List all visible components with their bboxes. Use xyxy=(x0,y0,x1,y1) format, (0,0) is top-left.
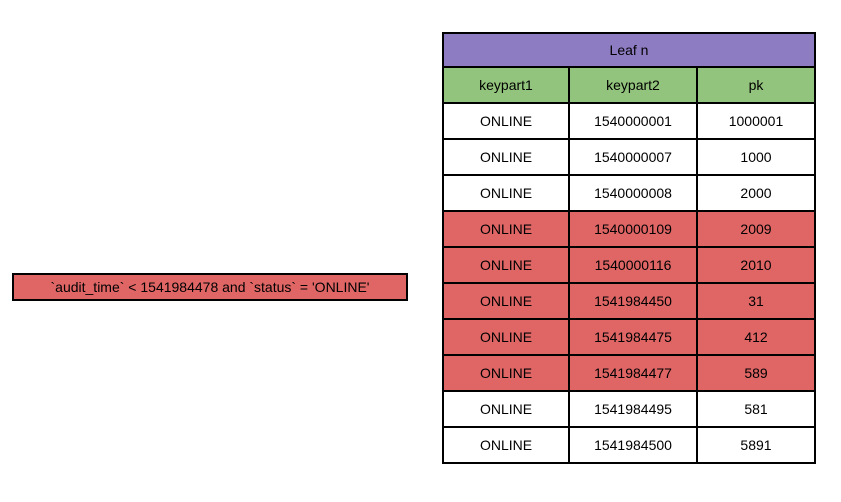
col-header-pk: pk xyxy=(697,67,815,103)
table-row: ONLINE15400000011000001 xyxy=(443,103,815,139)
col-header-keypart2: keypart2 xyxy=(569,67,697,103)
cell-c1: ONLINE xyxy=(443,139,569,175)
cell-c2: 1541984475 xyxy=(569,319,697,355)
cell-c3: 1000 xyxy=(697,139,815,175)
cell-c2: 1540000007 xyxy=(569,139,697,175)
cell-c1: ONLINE xyxy=(443,319,569,355)
cell-c1: ONLINE xyxy=(443,211,569,247)
table-row: ONLINE15400000082000 xyxy=(443,175,815,211)
cell-c3: 31 xyxy=(697,283,815,319)
table-title-row: Leaf n xyxy=(443,33,815,67)
cell-c3: 2000 xyxy=(697,175,815,211)
cell-c3: 2010 xyxy=(697,247,815,283)
cell-c3: 412 xyxy=(697,319,815,355)
leaf-table: Leaf n keypart1 keypart2 pk ONLINE154000… xyxy=(442,32,816,464)
cell-c2: 1541984500 xyxy=(569,427,697,463)
table-row: ONLINE15400000071000 xyxy=(443,139,815,175)
cell-c2: 1540000109 xyxy=(569,211,697,247)
table-row: ONLINE15400001092009 xyxy=(443,211,815,247)
cell-c3: 581 xyxy=(697,391,815,427)
table-row: ONLINE15400001162010 xyxy=(443,247,815,283)
col-header-keypart1: keypart1 xyxy=(443,67,569,103)
cell-c2: 1541984450 xyxy=(569,283,697,319)
table-row: ONLINE1541984477589 xyxy=(443,355,815,391)
cell-c2: 1541984477 xyxy=(569,355,697,391)
cell-c1: ONLINE xyxy=(443,103,569,139)
cell-c1: ONLINE xyxy=(443,391,569,427)
cell-c1: ONLINE xyxy=(443,355,569,391)
query-condition-box: `audit_time` < 1541984478 and `status` =… xyxy=(12,273,408,301)
table-row: ONLINE1541984495581 xyxy=(443,391,815,427)
table-row: ONLINE15419845005891 xyxy=(443,427,815,463)
cell-c3: 2009 xyxy=(697,211,815,247)
cell-c2: 1540000001 xyxy=(569,103,697,139)
table-row: ONLINE1541984475412 xyxy=(443,319,815,355)
cell-c3: 5891 xyxy=(697,427,815,463)
cell-c1: ONLINE xyxy=(443,283,569,319)
table-header-row: keypart1 keypart2 pk xyxy=(443,67,815,103)
query-condition-text: `audit_time` < 1541984478 and `status` =… xyxy=(51,279,370,295)
cell-c1: ONLINE xyxy=(443,427,569,463)
cell-c2: 1540000116 xyxy=(569,247,697,283)
table-row: ONLINE154198445031 xyxy=(443,283,815,319)
cell-c1: ONLINE xyxy=(443,247,569,283)
cell-c1: ONLINE xyxy=(443,175,569,211)
cell-c3: 589 xyxy=(697,355,815,391)
cell-c3: 1000001 xyxy=(697,103,815,139)
table-title: Leaf n xyxy=(443,33,815,67)
table-body: ONLINE15400000011000001ONLINE15400000071… xyxy=(443,103,815,463)
cell-c2: 1541984495 xyxy=(569,391,697,427)
cell-c2: 1540000008 xyxy=(569,175,697,211)
